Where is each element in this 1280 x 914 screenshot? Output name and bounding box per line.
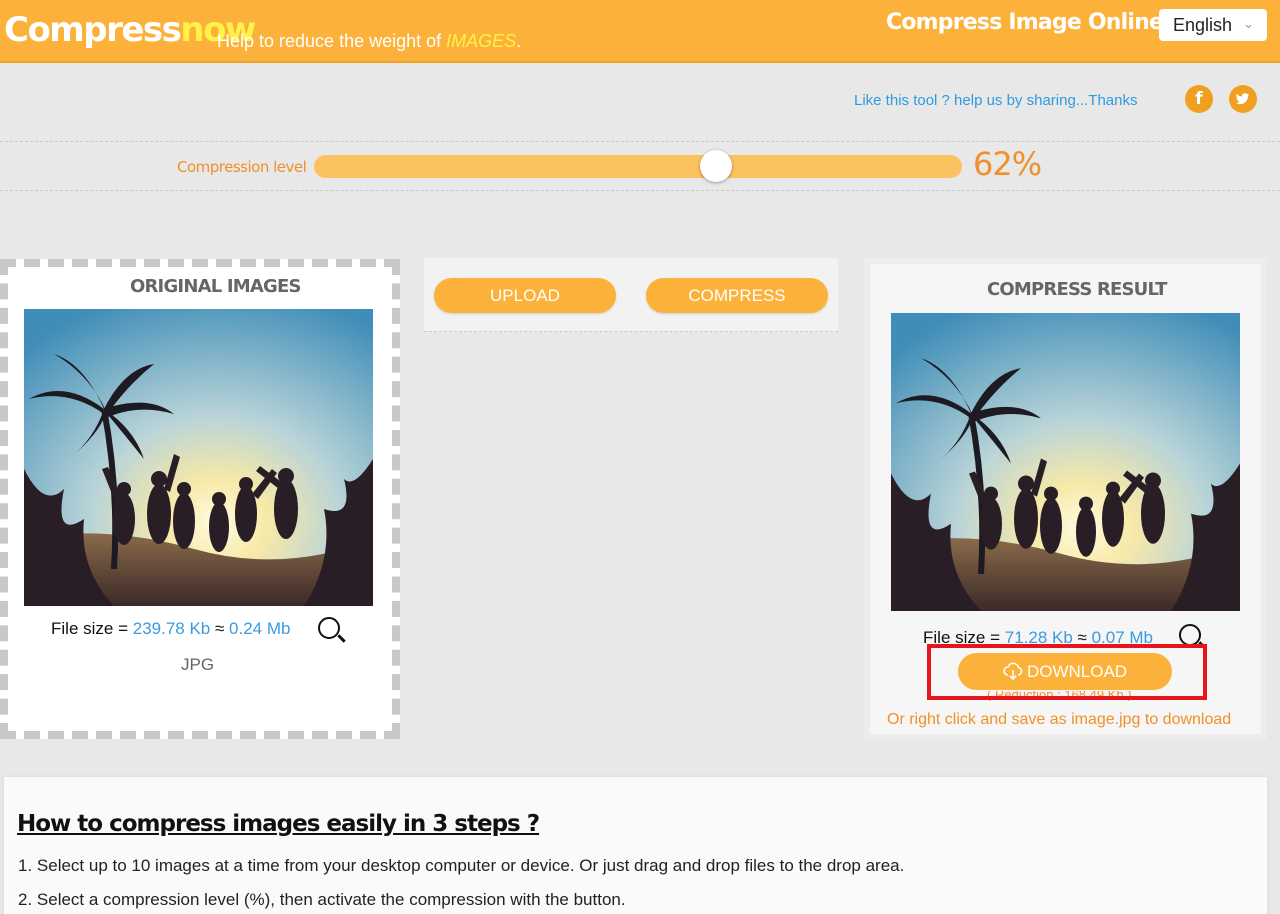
approx-sign: ≈ xyxy=(210,619,230,638)
compression-label: Compression level xyxy=(177,158,307,176)
howto-step: 1. Select up to 10 images at a time from… xyxy=(18,856,905,875)
twitter-icon[interactable] xyxy=(1229,85,1257,113)
compress-result-title: COMPRESS RESULT xyxy=(987,279,1167,300)
compression-slider-track[interactable] xyxy=(314,155,962,178)
magnifier-icon[interactable] xyxy=(318,617,340,639)
compressed-image-preview[interactable] xyxy=(891,313,1240,611)
original-size-mb: 0.24 Mb xyxy=(229,619,291,638)
download-highlight-box xyxy=(927,644,1207,700)
original-format: JPG xyxy=(181,655,215,674)
original-image-preview[interactable] xyxy=(24,309,373,606)
compression-slider-handle[interactable] xyxy=(699,150,732,182)
tagline-text: Help to reduce the weight of xyxy=(217,31,447,51)
chevron-down-icon: ⌄ xyxy=(1243,16,1254,31)
upload-button[interactable]: UPLOAD xyxy=(434,278,616,313)
compress-button[interactable]: COMPRESS xyxy=(646,278,828,313)
original-images-title: ORIGINAL IMAGES xyxy=(130,276,301,297)
original-size-kb: 239.78 Kb xyxy=(132,619,211,638)
file-size-label: File size = xyxy=(51,619,133,638)
page-heading: Compress Image Online xyxy=(886,10,1164,35)
facebook-icon[interactable]: f xyxy=(1185,85,1213,113)
tagline: Help to reduce the weight of IMAGES. xyxy=(217,31,521,52)
logo-main: Compress xyxy=(4,10,182,50)
compression-value: 62% xyxy=(973,145,1042,183)
original-file-size: File size = 239.78 Kb ≈ 0.24 Mb xyxy=(51,619,290,639)
tagline-emphasis: IMAGES xyxy=(446,31,517,51)
howto-step: 2. Select a compression level (%), then … xyxy=(18,890,626,909)
language-select[interactable]: English ⌄ xyxy=(1159,9,1267,41)
share-link[interactable]: Like this tool ? help us by sharing...Th… xyxy=(854,92,1138,109)
save-hint: Or right click and save as image.jpg to … xyxy=(887,711,1232,728)
howto-title: How to compress images easily in 3 steps… xyxy=(17,811,540,837)
tagline-end: . xyxy=(516,31,522,51)
magnifier-icon[interactable] xyxy=(1179,624,1201,646)
language-value: English xyxy=(1173,15,1233,35)
top-bar: Compressnow Help to reduce the weight of… xyxy=(0,0,1280,63)
